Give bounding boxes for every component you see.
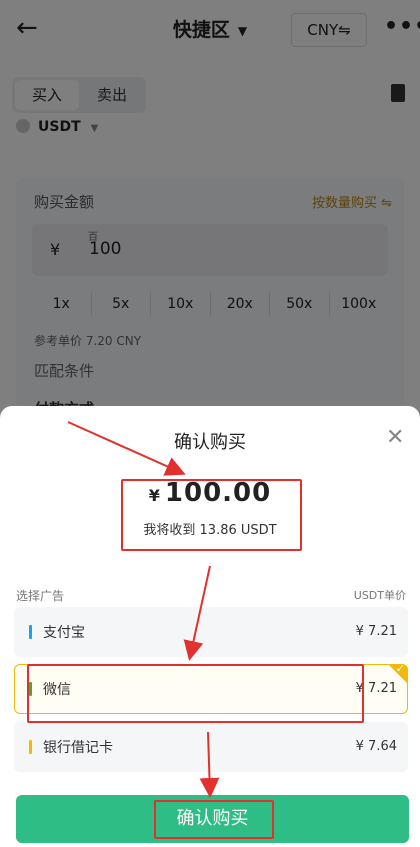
annotation-arrow [183,565,211,661]
annotation-arrow [67,421,186,476]
annotation-arrow [199,731,220,798]
annotation-arrows [67,421,220,798]
